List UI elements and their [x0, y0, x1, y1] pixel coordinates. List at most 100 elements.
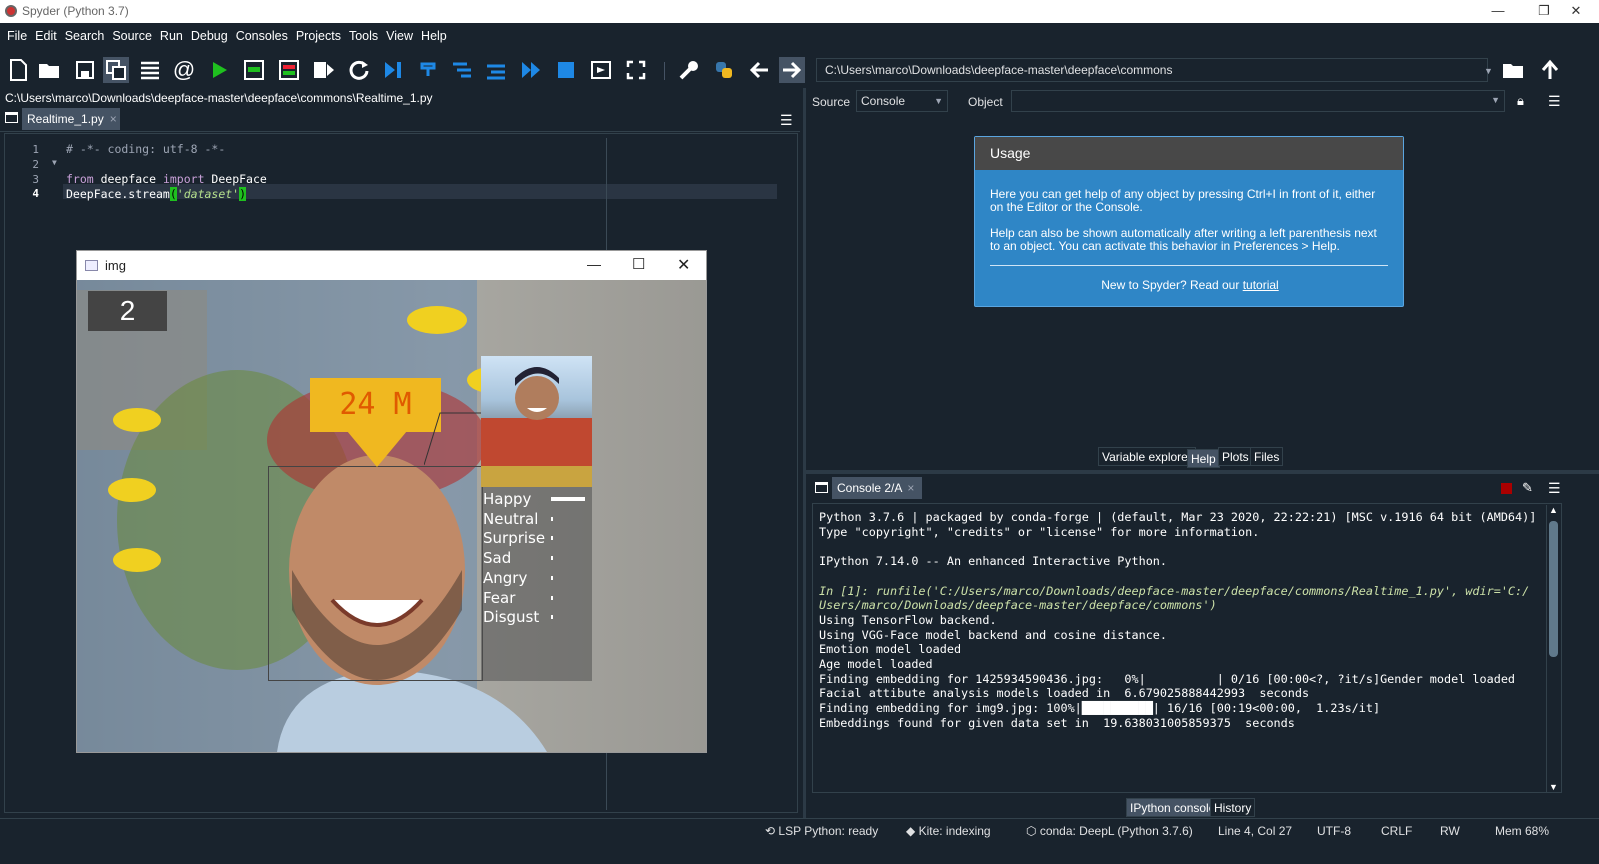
step-return-icon[interactable] — [484, 57, 510, 83]
forward-arrow-icon[interactable] — [779, 57, 805, 83]
emotion-label: Disgust — [483, 608, 540, 627]
menu-run[interactable]: Run — [156, 23, 187, 49]
menu-file[interactable]: File — [3, 23, 31, 49]
continue-icon[interactable] — [518, 57, 544, 83]
browse-consoles-icon[interactable] — [815, 482, 828, 493]
chevron-down-icon: ▼ — [934, 96, 943, 106]
menu-consoles[interactable]: Consoles — [232, 23, 292, 49]
menu-view[interactable]: View — [382, 23, 417, 49]
stop-debug-icon[interactable] — [553, 57, 579, 83]
step-into-icon[interactable] — [450, 57, 476, 83]
minimize-button[interactable]: — — [1475, 0, 1521, 23]
console-line: Embeddings found for given data set in 1… — [819, 715, 1295, 730]
webcam-frame: 2 24 M Happy Neutral Surprise Sad Angry Fear D… — [77, 280, 706, 752]
tab-plots[interactable]: Plots — [1218, 447, 1253, 466]
image-close-button[interactable]: ✕ — [677, 255, 690, 275]
editor-options-menu-icon[interactable]: ☰ — [780, 112, 793, 129]
console-line: IPython 7.14.0 -- An enhanced Interactiv… — [819, 554, 1168, 569]
rerun-icon[interactable] — [346, 57, 372, 83]
usage-paragraph-3: New to Spyder? Read our tutorial — [990, 279, 1390, 292]
menu-tools[interactable]: Tools — [345, 23, 382, 49]
open-file-icon[interactable] — [37, 57, 63, 83]
frame-counter: 2 — [88, 291, 167, 331]
pane-splitter-horizontal[interactable] — [806, 470, 1599, 474]
conda-icon: ⬡ — [1026, 824, 1040, 838]
usage-paragraph-1: Here you can get help of any object by p… — [990, 187, 1376, 214]
menu-edit[interactable]: Edit — [31, 23, 61, 49]
pane-splitter[interactable] — [803, 88, 806, 818]
help-options-menu-icon[interactable]: ☰ — [1548, 93, 1561, 110]
parent-directory-icon[interactable] — [1537, 57, 1563, 83]
help-source-select[interactable]: Console ▼ — [856, 90, 948, 112]
image-minimize-button[interactable]: — — [587, 256, 601, 272]
spyder-logo-icon — [5, 5, 17, 17]
emotion-score-bar — [551, 575, 553, 580]
scrollbar-thumb[interactable] — [1549, 521, 1558, 657]
debug-icon[interactable] — [380, 57, 406, 83]
file-switcher-icon[interactable] — [137, 57, 163, 83]
emotion-row: Fear — [483, 589, 591, 609]
save-all-icon[interactable] — [103, 57, 129, 83]
fullscreen-icon[interactable] — [623, 57, 649, 83]
tab-realtime-1[interactable]: Realtime_1.py × — [22, 108, 120, 130]
help-object-label: Object — [968, 95, 1003, 109]
new-file-icon[interactable] — [5, 57, 31, 83]
scroll-down-icon[interactable]: ▼ — [1549, 782, 1558, 792]
maximize-pane-icon[interactable] — [588, 57, 614, 83]
lock-icon[interactable]: 🔒︎ — [1517, 93, 1524, 109]
at-symbol-icon[interactable]: @ — [171, 57, 197, 83]
tab-help[interactable]: Help — [1187, 449, 1220, 468]
help-object-input[interactable]: ▼ — [1011, 90, 1505, 112]
emotion-label: Sad — [483, 549, 512, 568]
tab-variable-explorer[interactable]: Variable explorer — [1098, 447, 1196, 466]
console-scrollbar[interactable]: ▲ ▼ — [1546, 505, 1560, 792]
preferences-wrench-icon[interactable] — [676, 57, 702, 83]
close-button[interactable]: ✕ — [1553, 0, 1599, 23]
run-icon[interactable] — [206, 57, 232, 83]
working-directory-input[interactable]: C:\Users\marco\Downloads\deepface-master… — [816, 58, 1488, 82]
read-write-status: RW — [1440, 824, 1460, 838]
python-path-icon[interactable] — [711, 57, 737, 83]
usage-paragraph-2: Help can also be shown automatically aft… — [990, 226, 1377, 253]
browse-tabs-icon[interactable] — [5, 112, 18, 123]
console-line: Type "copyright", "credits" or "license"… — [819, 524, 1260, 539]
browse-folder-icon[interactable] — [1501, 57, 1527, 83]
emotion-label: Angry — [483, 568, 528, 587]
tab-console-2a[interactable]: Console 2/A × — [832, 477, 922, 499]
matched-identity-thumbnail — [481, 356, 592, 466]
menu-search[interactable]: Search — [61, 23, 109, 49]
conda-status: ⬡ conda: DeepL (Python 3.7.6) — [1026, 824, 1193, 838]
emotion-row: Disgust — [483, 608, 591, 628]
fold-arrow-icon[interactable]: ▼ — [52, 158, 57, 167]
chevron-down-icon[interactable]: ▼ — [1484, 66, 1493, 76]
menu-projects[interactable]: Projects — [292, 23, 345, 49]
run-cell-advance-icon[interactable] — [276, 57, 302, 83]
emotion-row: Angry — [483, 569, 591, 589]
console-tab-close-icon[interactable]: × — [907, 481, 914, 495]
scroll-up-icon[interactable]: ▲ — [1549, 505, 1558, 515]
tab-ipython-console[interactable]: IPython console — [1126, 798, 1220, 817]
tutorial-link[interactable]: tutorial — [1243, 278, 1279, 292]
module-name: deepface — [93, 172, 163, 186]
lsp-icon: ⟲ — [765, 824, 779, 838]
ipython-console[interactable]: Python 3.7.6 | packaged by conda-forge |… — [813, 505, 1546, 792]
step-icon[interactable] — [415, 57, 441, 83]
console-options-menu-icon[interactable]: ☰ — [1548, 480, 1561, 497]
tab-files[interactable]: Files — [1250, 447, 1284, 466]
run-selection-icon[interactable] — [311, 57, 337, 83]
tab-close-icon[interactable]: × — [110, 112, 117, 126]
menu-debug[interactable]: Debug — [187, 23, 232, 49]
console-line: Python 3.7.6 | packaged by conda-forge |… — [819, 510, 1537, 524]
back-arrow-icon[interactable] — [746, 57, 772, 83]
interrupt-kernel-icon[interactable] — [1501, 483, 1512, 494]
kite-status: ◆ Kite: indexing — [906, 824, 991, 838]
run-cell-icon[interactable] — [241, 57, 267, 83]
save-icon[interactable] — [72, 57, 98, 83]
menu-help[interactable]: Help — [417, 23, 451, 49]
tab-history[interactable]: History — [1210, 798, 1256, 817]
opencv-image-window[interactable]: img — ☐ ✕ 2 24 M Happy Neutral Surprise … — [76, 250, 707, 753]
image-maximize-button[interactable]: ☐ — [632, 255, 645, 273]
menu-source[interactable]: Source — [108, 23, 156, 49]
toolbar-divider — [664, 62, 665, 80]
clear-console-icon[interactable]: ✎ — [1522, 480, 1533, 496]
